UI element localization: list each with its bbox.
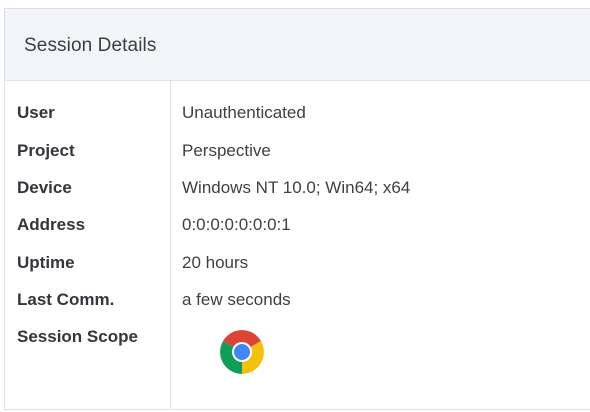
value-project: Perspective	[182, 141, 271, 160]
label-last-comm: Last Comm.	[17, 290, 115, 309]
value-device: Windows NT 10.0; Win64; x64	[182, 178, 411, 197]
label-device: Device	[17, 178, 72, 197]
label-user: User	[17, 103, 55, 122]
session-details-panel: Session Details	[4, 8, 590, 410]
panel-header: Session Details	[5, 9, 590, 81]
label-project: Project	[17, 141, 75, 160]
chrome-icon	[220, 330, 264, 374]
value-last-comm: a few seconds	[182, 290, 291, 309]
value-uptime: 20 hours	[182, 253, 249, 272]
labels-column	[5, 81, 171, 409]
label-uptime: Uptime	[17, 253, 75, 272]
value-address: 0:0:0:0:0:0:0:1	[182, 215, 291, 234]
label-address: Address	[17, 215, 86, 234]
panel-title: Session Details	[24, 35, 157, 56]
value-user: Unauthenticated	[182, 103, 306, 122]
label-session-scope: Session Scope	[17, 327, 138, 346]
